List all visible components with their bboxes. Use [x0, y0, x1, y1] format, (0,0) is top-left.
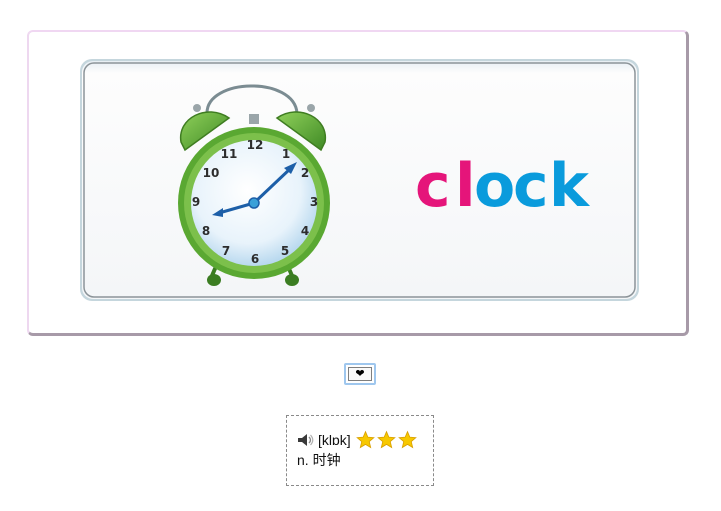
- favorite-button[interactable]: ❤: [344, 363, 376, 385]
- svg-text:7: 7: [222, 244, 230, 258]
- svg-text:c: c: [415, 151, 451, 221]
- speaker-icon[interactable]: [297, 432, 315, 448]
- svg-text:o: o: [474, 151, 515, 221]
- star-rating: [355, 430, 418, 450]
- pronunciation-row: [klɒk]: [297, 430, 433, 450]
- svg-text:6: 6: [251, 252, 259, 266]
- phonetic-text: [klɒk]: [318, 432, 351, 448]
- svg-text:9: 9: [192, 195, 200, 209]
- svg-text:5: 5: [281, 244, 289, 258]
- star-icon: [376, 430, 396, 449]
- svg-text:8: 8: [202, 224, 210, 238]
- svg-text:12: 12: [247, 138, 264, 152]
- svg-text:c: c: [513, 151, 549, 221]
- star-icon: [397, 430, 417, 449]
- heart-icon: ❤: [348, 367, 372, 381]
- flashcard-image: 12 1 2 3 4 5 6 7 8 9 10 11 c l o c k: [80, 59, 639, 301]
- svg-text:2: 2: [301, 166, 309, 180]
- svg-text:l: l: [455, 151, 476, 221]
- svg-text:3: 3: [310, 195, 318, 209]
- svg-text:4: 4: [301, 224, 309, 238]
- svg-text:11: 11: [221, 147, 238, 161]
- word-info-box: [klɒk] n. 时钟: [286, 415, 434, 486]
- definition-text: n. 时钟: [297, 452, 341, 468]
- svg-text:1: 1: [282, 147, 290, 161]
- svg-text:k: k: [549, 151, 591, 221]
- star-icon: [355, 430, 375, 449]
- svg-text:10: 10: [203, 166, 220, 180]
